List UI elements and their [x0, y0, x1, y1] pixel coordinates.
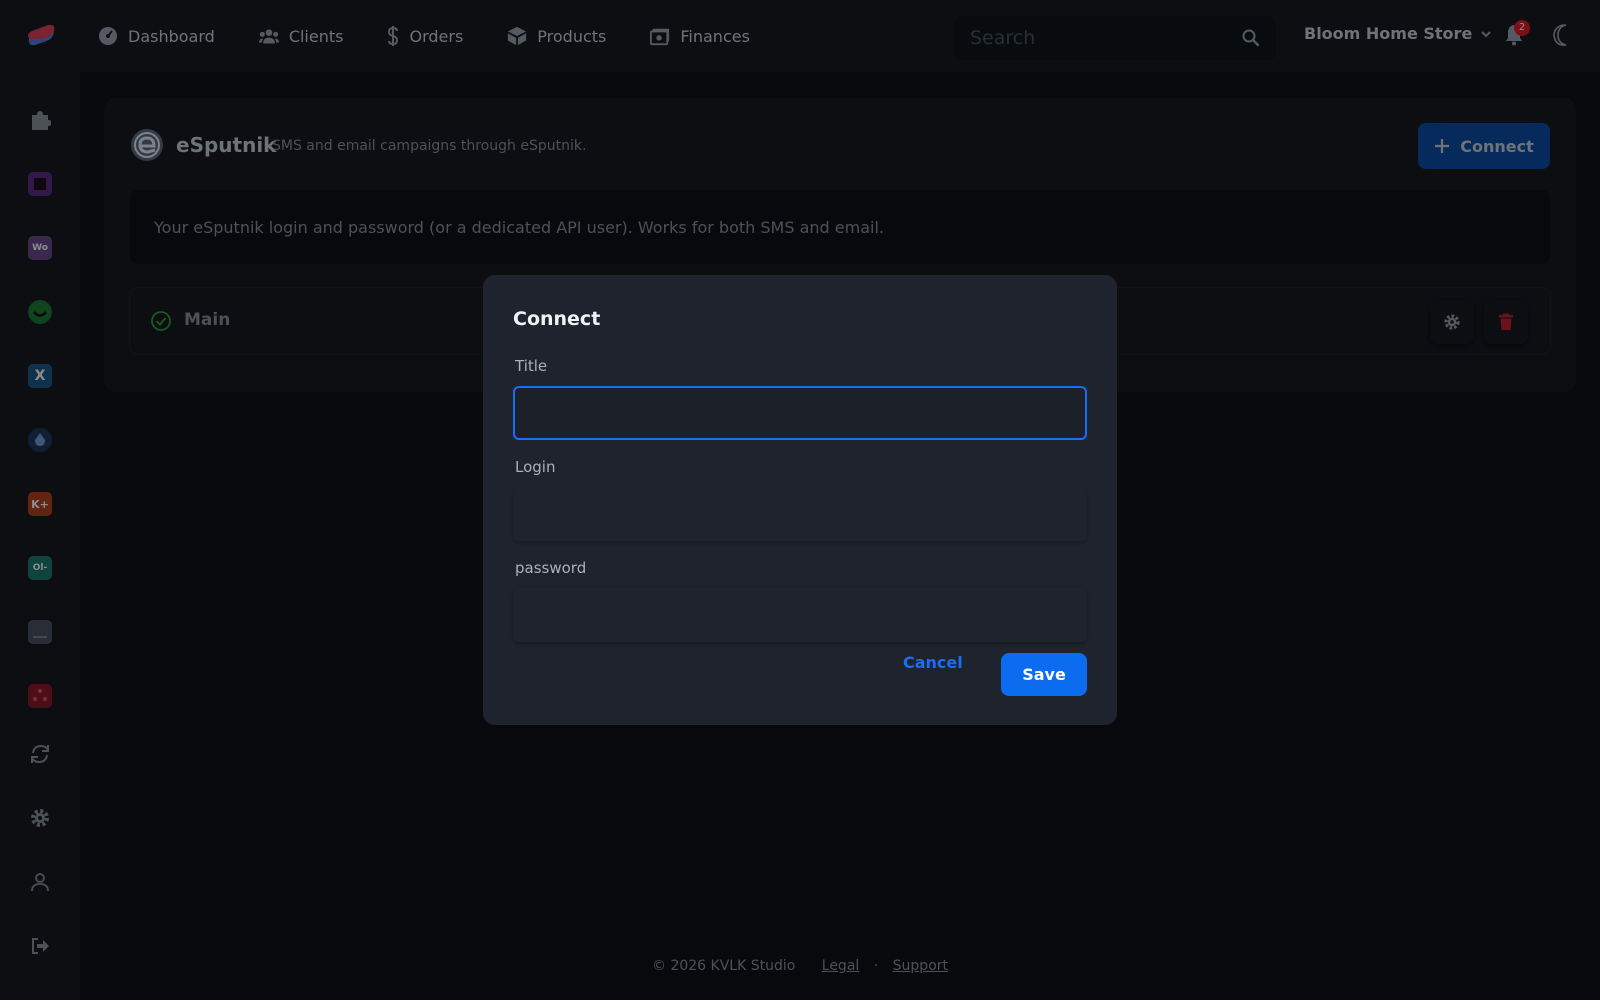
modal-title: Connect	[513, 308, 601, 330]
title-field-label: Title	[515, 357, 548, 375]
password-field	[513, 588, 1087, 642]
cancel-button[interactable]: Cancel	[903, 653, 963, 672]
save-button[interactable]: Save	[1001, 653, 1087, 696]
password-field-label: password	[515, 559, 587, 577]
login-field	[513, 487, 1087, 541]
login-field-label: Login	[515, 458, 556, 476]
connect-modal: Connect Title Login password Cancel Save	[483, 275, 1117, 725]
title-input[interactable]	[515, 388, 1085, 438]
title-field	[513, 386, 1087, 440]
password-input[interactable]	[514, 589, 1086, 641]
login-input[interactable]	[514, 488, 1086, 540]
